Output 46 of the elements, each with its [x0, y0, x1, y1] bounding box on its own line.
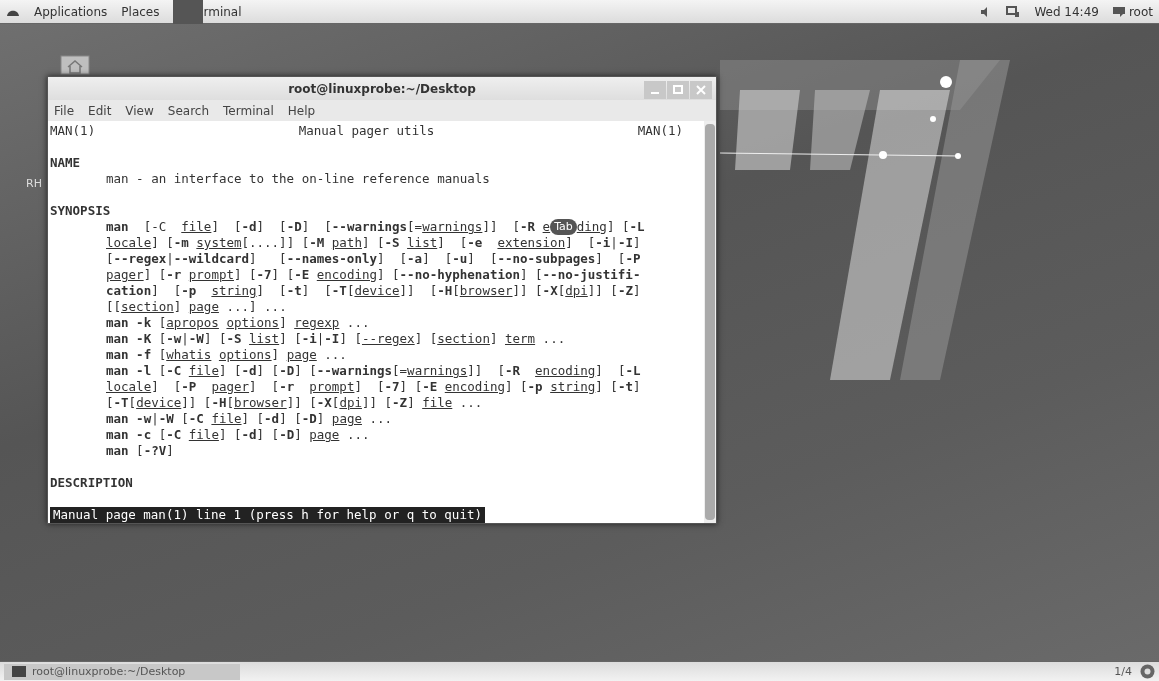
clock[interactable]: Wed 14:49: [1034, 4, 1099, 19]
man-text: pager] [-r prompt] [-7] [-E encoding] [--no-hyphenation] [--no-justifi-: [106, 267, 641, 283]
man-text: man -k [apropos options] regexp ...: [106, 315, 370, 331]
section-heading: DESCRIPTION: [50, 475, 134, 491]
man-text: man -c [-C file] [-d] [-D] page ...: [106, 427, 370, 443]
network-icon[interactable]: [1006, 5, 1021, 18]
workspace-indicator[interactable]: 1/4: [1114, 665, 1132, 678]
terminal-icon: [12, 666, 26, 677]
home-folder-icon[interactable]: [60, 55, 90, 75]
man-header: MAN(1): [637, 123, 683, 139]
man-text: locale] [-m system[....]] [-M path] [-S list] [-e extension] [-i|-I]: [106, 235, 641, 251]
section-heading: SYNOPSIS: [50, 203, 112, 219]
menu-item[interactable]: Edit: [88, 103, 112, 118]
desktop-icon-label[interactable]: RH: [26, 177, 42, 190]
man-text: ding] [-L: [576, 219, 645, 235]
menu-item[interactable]: Search: [167, 103, 210, 118]
man-text: man -l [-C file] [-d] [-D] [--warnings[=warnings]] [-R encoding] [-L: [106, 363, 641, 379]
man-text: [[section] page ...] ...: [106, 299, 287, 315]
window-title: root@linuxprobe:~/Desktop: [288, 81, 476, 96]
man-text: man - an interface to the on-line reference manuals: [106, 171, 490, 187]
man-text: [-T[device]] [-H[browser]] [-X[dpi]] [-Z] file ...: [106, 395, 483, 411]
man-header: MAN(1): [50, 123, 96, 139]
man-text: man [-?V]: [106, 443, 174, 459]
top-menu[interactable]: Places: [121, 4, 160, 19]
scrollbar[interactable]: [704, 121, 716, 523]
man-text: locale] [-P pager] [-r prompt] [-7] [-E encoding] [-p string] [-t]: [106, 379, 641, 395]
tooltip: Tab: [550, 219, 577, 235]
menu-item[interactable]: Help: [287, 103, 316, 118]
man-header-title: Manual pager utils: [298, 123, 435, 139]
man-text: man -K [-w|-W] [-S list] [-i|-I] [--regex] [section] term ...: [106, 331, 566, 347]
man-text: man -f [whatis options] page ...: [106, 347, 347, 363]
section-heading: NAME: [50, 155, 82, 171]
menu-item[interactable]: View: [125, 103, 154, 118]
circle-icon[interactable]: [1140, 664, 1155, 679]
man-text: cation] [-p string] [-t] [-T[device]] [-H[browser]] [-X[dpi]] [-Z]: [106, 283, 641, 299]
chat-icon: [1112, 6, 1125, 17]
user-menu[interactable]: root: [1112, 4, 1153, 19]
man-text: man [-C file] [-d] [-D] [--warnings[=warnings]] [-R e: [106, 219, 551, 235]
man-text: [--regex|--wildcard] [--names-only] [-a] [-u] [--no-subpages] [-P: [106, 251, 641, 267]
menu-item[interactable]: File: [54, 103, 75, 118]
pager-status: Manual page man(1) line 1 (press h for help or q to quit): [50, 507, 485, 523]
taskbar-window-button[interactable]: root@linuxprobe:~/Desktop: [4, 663, 240, 680]
top-menu[interactable]: Applications: [34, 4, 108, 19]
menu-item[interactable]: Terminal: [223, 103, 274, 118]
app-menu[interactable]: rminal: [173, 0, 242, 24]
man-text: man -w|-W [-C file] [-d] [-D] page ...: [106, 411, 393, 427]
